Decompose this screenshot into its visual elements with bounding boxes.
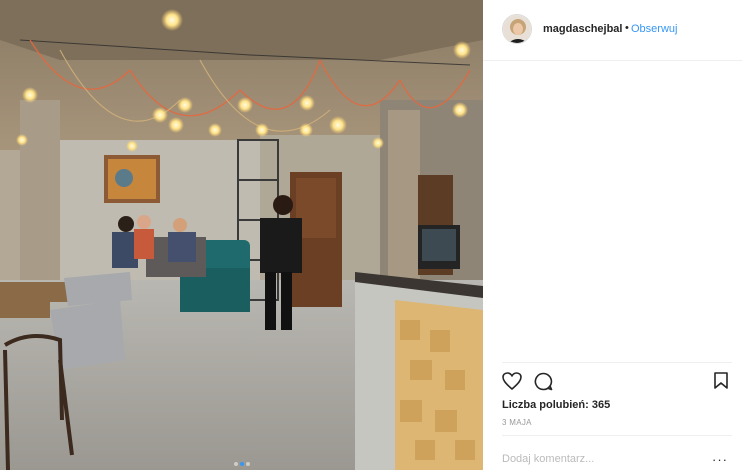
actions-divider (502, 362, 732, 363)
carousel-indicator (0, 462, 483, 466)
carousel-dot-active (239, 462, 244, 466)
bookmark-icon[interactable] (714, 372, 728, 389)
post-sidebar: magdaschejbal • Obserwuj Liczba polubień… (483, 0, 742, 470)
carousel-dot (233, 462, 238, 466)
username-link[interactable]: magdaschejbal (543, 23, 622, 35)
avatar-image (503, 15, 531, 43)
comment-bubble-icon[interactable] (534, 372, 553, 391)
likes-count[interactable]: Liczba polubień: 365 (502, 399, 610, 411)
post-header: magdaschejbal • Obserwuj (483, 0, 742, 61)
follow-button[interactable]: Obserwuj (631, 23, 677, 35)
more-options-icon[interactable]: ··· (712, 452, 728, 467)
post-photo[interactable] (0, 0, 483, 470)
comment-input[interactable]: Dodaj komentarz... (502, 453, 594, 465)
avatar[interactable] (502, 14, 532, 44)
comment-divider (502, 435, 732, 436)
carousel-dot (245, 462, 250, 466)
cafe-interior-image (0, 0, 483, 470)
header-separator: • (625, 22, 629, 34)
heart-icon[interactable] (502, 372, 522, 390)
post-date[interactable]: 3 MAJA (502, 418, 532, 427)
